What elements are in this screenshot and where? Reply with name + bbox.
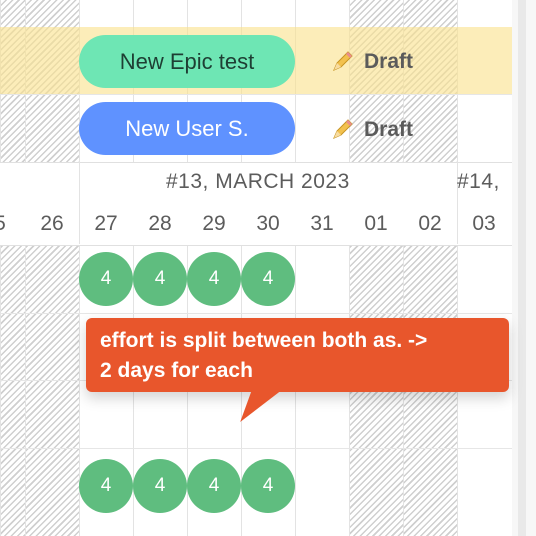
effort-chip[interactable]: 4 bbox=[187, 252, 241, 306]
sprint-label: #14, bbox=[457, 170, 500, 193]
row-divider bbox=[0, 448, 512, 449]
status-label: Draft bbox=[364, 50, 414, 73]
day-label: 02 bbox=[418, 212, 442, 235]
epic-bar-label: New Epic test bbox=[119, 48, 255, 74]
row-divider bbox=[0, 313, 512, 314]
day-label: 27 bbox=[94, 212, 118, 235]
effort-chip[interactable]: 4 bbox=[241, 252, 295, 306]
day-label: 30 bbox=[256, 212, 280, 235]
effort-value: 4 bbox=[154, 475, 166, 496]
effort-value: 4 bbox=[208, 475, 220, 496]
effort-value: 4 bbox=[262, 475, 274, 496]
callout-line: effort is split between both as. -> bbox=[100, 329, 428, 352]
epic-bar-new-user-s[interactable]: New User S. bbox=[79, 102, 295, 155]
epic-status-draft[interactable]: Draft bbox=[328, 42, 413, 82]
effort-chip[interactable]: 4 bbox=[187, 459, 241, 513]
day-label: 26 bbox=[40, 212, 64, 235]
effort-chip[interactable]: 4 bbox=[79, 252, 133, 306]
epic-bar-label: New User S. bbox=[125, 115, 249, 141]
effort-value: 4 bbox=[100, 475, 112, 496]
status-label: Draft bbox=[364, 118, 414, 141]
effort-chip[interactable]: 4 bbox=[79, 459, 133, 513]
day-label: 31 bbox=[310, 212, 334, 235]
day-label: 29 bbox=[202, 212, 226, 235]
effort-value: 4 bbox=[208, 268, 220, 289]
epic-bar-new-epic-test[interactable]: New Epic test bbox=[79, 35, 295, 88]
pencil-icon bbox=[333, 51, 353, 71]
vertical-scrollbar[interactable] bbox=[512, 0, 536, 536]
day-label: 28 bbox=[148, 212, 172, 235]
scrollbar-thumb[interactable] bbox=[518, 0, 526, 536]
epic-status-draft[interactable]: Draft bbox=[328, 110, 413, 150]
effort-chip[interactable]: 4 bbox=[133, 252, 187, 306]
row-divider bbox=[0, 94, 512, 95]
effort-value: 4 bbox=[262, 268, 274, 289]
callout-line: 2 days for each bbox=[100, 359, 253, 382]
effort-value: 4 bbox=[100, 268, 112, 289]
day-label: 5 bbox=[0, 212, 27, 236]
pencil-icon bbox=[333, 119, 353, 139]
annotation-callout: effort is split between both as. -> 2 da… bbox=[86, 318, 509, 392]
effort-chip[interactable]: 4 bbox=[241, 459, 295, 513]
day-label: 01 bbox=[364, 212, 388, 235]
effort-chip[interactable]: 4 bbox=[133, 459, 187, 513]
sprint-label: #13, MARCH 2023 bbox=[166, 170, 350, 193]
day-label: 03 bbox=[472, 212, 496, 235]
effort-value: 4 bbox=[154, 268, 166, 289]
